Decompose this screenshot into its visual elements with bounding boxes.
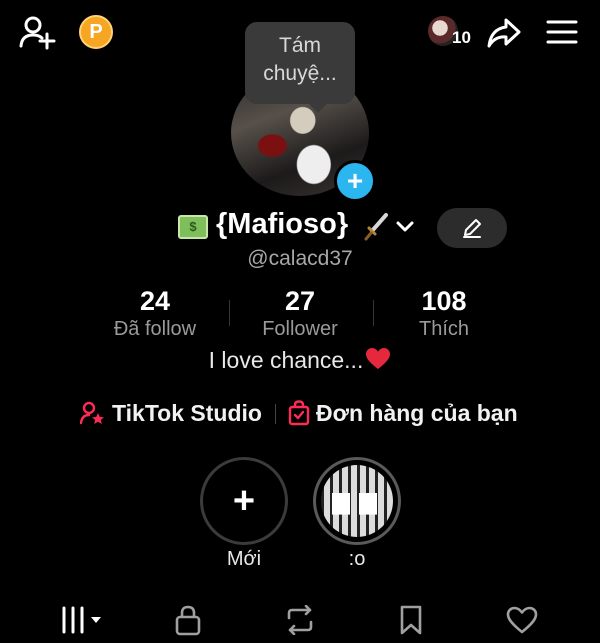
dagger-emoji-icon: [362, 212, 390, 242]
stat-divider: [229, 300, 230, 326]
bookmark-icon: [399, 605, 423, 635]
plus-icon: +: [346, 165, 364, 196]
coins-icon[interactable]: P: [79, 15, 113, 49]
edit-profile-button[interactable]: [437, 208, 507, 248]
add-story-button[interactable]: +: [334, 160, 376, 202]
lock-icon: [174, 604, 202, 636]
display-name: {Mafioso}: [216, 208, 349, 240]
stat-divider: [373, 300, 374, 326]
highlight-thumbnail: [321, 465, 393, 537]
tiktok-studio-label: TikTok Studio: [112, 399, 262, 426]
money-emoji-icon: $: [178, 215, 208, 239]
pencil-icon: [461, 217, 483, 239]
visitor-count: 10: [452, 28, 471, 47]
repost-icon: [284, 605, 316, 635]
following-label: Đã follow: [113, 318, 197, 340]
grid-icon: [56, 606, 106, 634]
note-tooltip[interactable]: Tám chuyệ...: [245, 22, 355, 113]
shopping-bag-icon: [288, 400, 310, 426]
plus-icon: +: [232, 480, 256, 522]
likes-count: 108: [421, 286, 467, 316]
bio-text: I love chance...: [208, 347, 364, 373]
tab-videos[interactable]: [52, 600, 110, 640]
followers-count: 27: [284, 286, 316, 316]
bio: I love chance...: [0, 347, 600, 377]
add-friend-icon[interactable]: [18, 14, 56, 50]
menu-icon[interactable]: [546, 18, 578, 46]
tab-liked[interactable]: [500, 600, 544, 640]
your-orders-label: Đơn hàng của bạn: [316, 399, 518, 426]
coin-letter: P: [89, 20, 103, 43]
story-highlight[interactable]: [313, 457, 401, 545]
heart-outline-icon: [506, 606, 538, 634]
tiktok-studio-link[interactable]: TikTok Studio: [80, 398, 262, 428]
stat-likes[interactable]: 108 Thích: [395, 286, 493, 342]
tab-saved[interactable]: [389, 600, 433, 640]
tooltip-text: Tám chuyệ...: [263, 34, 337, 85]
chevron-down-icon[interactable]: [395, 219, 415, 235]
followers-label: Follower: [262, 318, 338, 340]
new-highlight-button[interactable]: +: [200, 457, 288, 545]
your-orders-link[interactable]: Đơn hàng của bạn: [288, 398, 518, 428]
links-divider: [275, 404, 276, 424]
username-handle: @calacd37: [247, 247, 353, 270]
tab-reposts[interactable]: [278, 600, 322, 640]
likes-label: Thích: [418, 318, 470, 340]
creator-star-icon: [80, 401, 106, 425]
stat-followers[interactable]: 27 Follower: [248, 286, 352, 342]
share-icon[interactable]: [486, 16, 522, 50]
highlight-label: Mới: [226, 548, 262, 570]
highlight-label: :o: [348, 548, 366, 570]
tab-private[interactable]: [166, 600, 210, 640]
following-count: 24: [139, 286, 171, 316]
profile-visitors-button[interactable]: 10: [428, 14, 474, 50]
heart-emoji-icon: [365, 347, 391, 377]
stat-following[interactable]: 24 Đã follow: [97, 286, 213, 342]
